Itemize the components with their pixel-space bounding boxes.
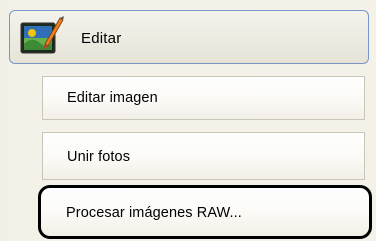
edit-image-label: Editar imagen — [67, 90, 158, 106]
process-raw-images-label: Procesar imágenes RAW... — [66, 205, 242, 221]
edit-section-header[interactable]: Editar — [9, 10, 369, 64]
merge-photos-item[interactable]: Unir fotos — [42, 132, 365, 180]
process-raw-images-item[interactable]: Procesar imágenes RAW... — [38, 185, 372, 239]
task-panel: Editar Editar imagen Unir fotos Procesar… — [0, 0, 376, 241]
merge-photos-label: Unir fotos — [67, 149, 131, 165]
section-header-label: Editar — [81, 30, 122, 47]
edit-image-icon — [18, 14, 64, 58]
edit-image-item[interactable]: Editar imagen — [42, 76, 365, 120]
